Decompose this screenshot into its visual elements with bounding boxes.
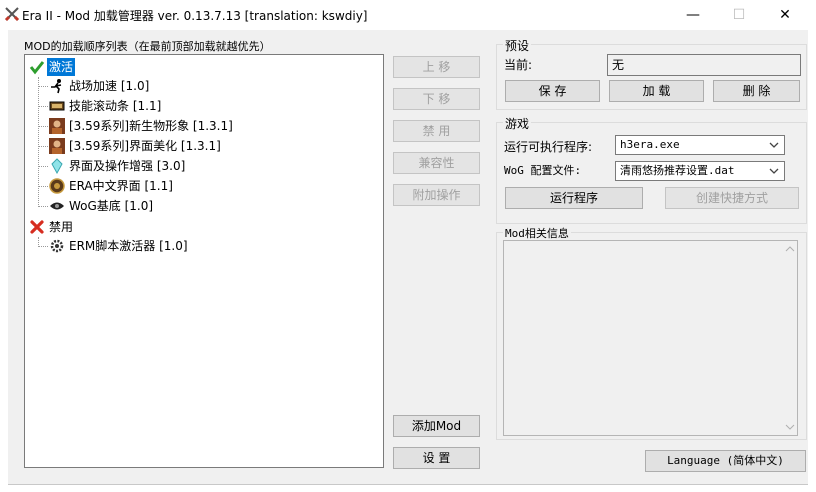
- extra-actions-button[interactable]: 附加操作: [393, 184, 480, 206]
- add-mod-button[interactable]: 添加Mod: [393, 415, 480, 437]
- mod-item-label: [3.59系列]新生物形象 [1.3.1]: [69, 119, 233, 133]
- mod-item[interactable]: 界面及操作增强 [3.0]: [69, 157, 185, 175]
- close-button[interactable]: ✕: [762, 0, 808, 30]
- compatibility-button[interactable]: 兼容性: [393, 152, 480, 174]
- mod-item[interactable]: [3.59系列]新生物形象 [1.3.1]: [69, 117, 233, 135]
- run-game-button[interactable]: 运行程序: [505, 187, 643, 209]
- settings-button[interactable]: 设 置: [393, 447, 480, 469]
- mod-item[interactable]: ERA中文界面 [1.1]: [69, 177, 173, 195]
- scroll-bar-icon: [49, 101, 65, 111]
- group-active-label: 激活: [49, 60, 74, 74]
- crossed-swords-icon: [4, 7, 20, 22]
- background-strip: [0, 30, 8, 492]
- save-preset-button[interactable]: 保 存: [505, 80, 600, 102]
- shield-emblem-icon: [49, 178, 65, 194]
- mod-item[interactable]: WoG基底 [1.0]: [69, 197, 153, 215]
- group-disabled-label: 禁用: [49, 220, 74, 234]
- chevron-down-icon: [769, 142, 779, 148]
- language-button[interactable]: Language (简体中文): [645, 450, 806, 472]
- runner-icon: [51, 79, 62, 94]
- wog-config-value: 清雨悠扬推荐设置.dat: [620, 164, 735, 177]
- move-up-button[interactable]: 上 移: [393, 56, 480, 78]
- executable-value: h3era.exe: [620, 138, 680, 151]
- mod-item-label: 界面及操作增强 [3.0]: [69, 159, 186, 173]
- executable-label: 运行可执行程序:: [504, 140, 593, 154]
- scroll-up-icon[interactable]: [785, 245, 795, 253]
- mod-item-label: ERA中文界面 [1.1]: [69, 179, 173, 193]
- mod-info-title: Mod相关信息: [503, 225, 571, 241]
- crystal-icon: [51, 158, 63, 174]
- title-bar[interactable]: Era II - Mod 加载管理器 ver. 0.13.7.13 [trans…: [0, 0, 816, 30]
- move-down-button[interactable]: 下 移: [393, 88, 480, 110]
- mod-info-textarea[interactable]: [503, 240, 798, 436]
- game-group-title: 游戏: [503, 115, 532, 132]
- mod-item[interactable]: 战场加速 [1.0]: [69, 77, 149, 95]
- mod-item-label: 技能滚动条 [1.1]: [69, 99, 162, 113]
- window-title: Era II - Mod 加载管理器 ver. 0.13.7.13 [trans…: [22, 9, 368, 23]
- wog-config-label: WoG 配置文件:: [504, 164, 582, 177]
- green-check-icon: [29, 61, 45, 75]
- maximize-button[interactable]: ☐: [716, 0, 762, 30]
- eye-icon: [50, 202, 64, 210]
- group-active[interactable]: 激活: [47, 58, 76, 76]
- scroll-down-icon[interactable]: [785, 423, 795, 431]
- minimize-button[interactable]: —: [670, 0, 716, 30]
- mod-list-label: MOD的加载顺序列表（在最前顶部加载就越优先）: [24, 40, 271, 53]
- load-preset-button[interactable]: 加 载: [609, 80, 704, 102]
- mod-item-label: WoG基底 [1.0]: [69, 199, 154, 213]
- mod-item-label: [3.59系列]界面美化 [1.3.1]: [69, 139, 221, 153]
- mod-item[interactable]: [3.59系列]界面美化 [1.3.1]: [69, 137, 221, 155]
- group-disabled[interactable]: 禁用: [49, 218, 73, 236]
- gear-icon: [50, 239, 64, 253]
- chevron-down-icon: [769, 168, 779, 174]
- delete-preset-button[interactable]: 删 除: [713, 80, 800, 102]
- mod-item[interactable]: ERM脚本激活器 [1.0]: [69, 237, 188, 255]
- red-x-icon: [30, 220, 44, 234]
- create-shortcut-button[interactable]: 创建快捷方式: [665, 187, 799, 209]
- creature-portrait-icon: [49, 138, 65, 154]
- close-icon: ✕: [779, 7, 791, 23]
- preset-group-title: 预设: [503, 37, 532, 54]
- disable-button[interactable]: 禁 用: [393, 120, 480, 142]
- minimize-icon: —: [686, 7, 700, 23]
- mod-item[interactable]: 技能滚动条 [1.1]: [69, 97, 161, 115]
- mod-tree[interactable]: 激活 战场加速 [1.0] 技能滚动条 [1.1] [3.59系列]新生物形象 …: [24, 54, 384, 468]
- maximize-icon: ☐: [732, 7, 746, 23]
- mod-item-label: ERM脚本激活器 [1.0]: [69, 239, 188, 253]
- wog-config-select[interactable]: 清雨悠扬推荐设置.dat: [615, 161, 785, 181]
- current-preset-label: 当前:: [504, 58, 533, 72]
- creature-portrait-icon: [49, 118, 65, 134]
- current-preset-field[interactable]: 无: [607, 54, 801, 76]
- mod-item-label: 战场加速 [1.0]: [69, 79, 150, 93]
- executable-select[interactable]: h3era.exe: [615, 135, 785, 155]
